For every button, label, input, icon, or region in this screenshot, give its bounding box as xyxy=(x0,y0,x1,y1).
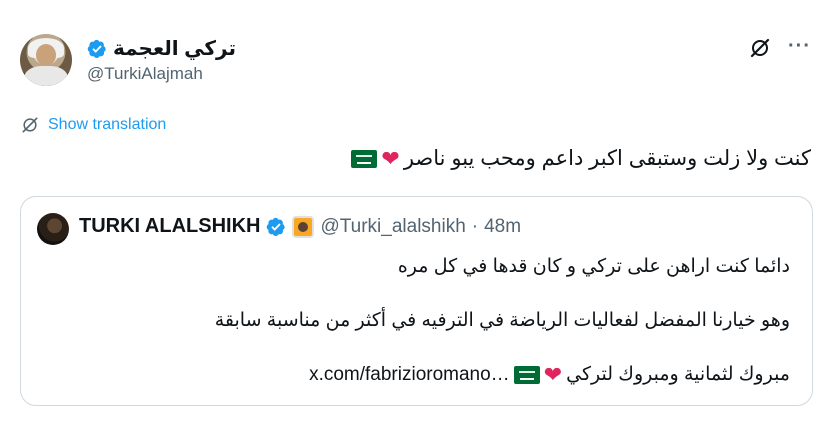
red-heart-icon: ❤ xyxy=(543,361,563,387)
show-translation-link[interactable]: Show translation xyxy=(20,115,166,135)
verified-badge-icon xyxy=(267,217,286,236)
verified-badge-icon xyxy=(87,39,106,58)
quoted-line-3: مبروك لثمانية ومبروك لتركي xyxy=(566,364,790,385)
quoted-line-1: دائما كنت اراهن على تركي و كان قدها في ك… xyxy=(397,256,790,277)
quoted-author-avatar[interactable] xyxy=(37,213,69,245)
quoted-text-line: مبروك لثمانية ومبروك لتركي ❤ x.com/fabri… xyxy=(309,363,790,386)
author-avatar[interactable] xyxy=(20,34,72,86)
quoted-author-name[interactable]: TURKI ALALSHIKH xyxy=(79,215,260,238)
red-heart-icon: ❤ xyxy=(381,145,400,171)
separator-dot: · xyxy=(471,215,479,237)
translate-icon xyxy=(22,117,38,133)
tweet-text: كنت ولا زلت وستبقى اكبر داعم ومحب يبو نا… xyxy=(351,146,811,171)
affiliate-badge-icon xyxy=(292,215,315,238)
author-name[interactable]: تركي العجمة xyxy=(87,36,236,61)
grok-slash-icon[interactable] xyxy=(748,36,772,60)
quoted-link[interactable]: x.com/fabrizioromano… xyxy=(309,364,510,386)
tweet-body: كنت ولا زلت وستبقى اكبر داعم ومحب يبو نا… xyxy=(403,147,811,170)
saudi-flag-icon xyxy=(513,365,540,384)
quoted-text-line: وهو خيارنا المفضل لفعاليات الرياضة في ال… xyxy=(215,309,790,332)
author-handle[interactable]: @TurkiAlajmah xyxy=(87,64,203,84)
quoted-tweet[interactable]: TURKI ALALSHIKH @Turki_alalshikh · 48m د… xyxy=(20,196,813,406)
show-translation-label[interactable]: Show translation xyxy=(48,116,166,134)
quoted-author-handle[interactable]: @Turki_alalshikh xyxy=(320,216,465,238)
quoted-text-line: دائما كنت اراهن على تركي و كان قدها في ك… xyxy=(398,255,790,278)
saudi-flag-icon xyxy=(351,149,378,168)
more-options-icon[interactable]: ··· xyxy=(788,36,812,60)
quoted-line-2: وهو خيارنا المفضل لفعاليات الرياضة في ال… xyxy=(214,310,790,331)
quoted-header: TURKI ALALSHIKH @Turki_alalshikh · 48m xyxy=(79,215,521,238)
quoted-timestamp[interactable]: 48m xyxy=(484,216,521,238)
author-display-name[interactable]: تركي العجمة xyxy=(113,36,236,61)
